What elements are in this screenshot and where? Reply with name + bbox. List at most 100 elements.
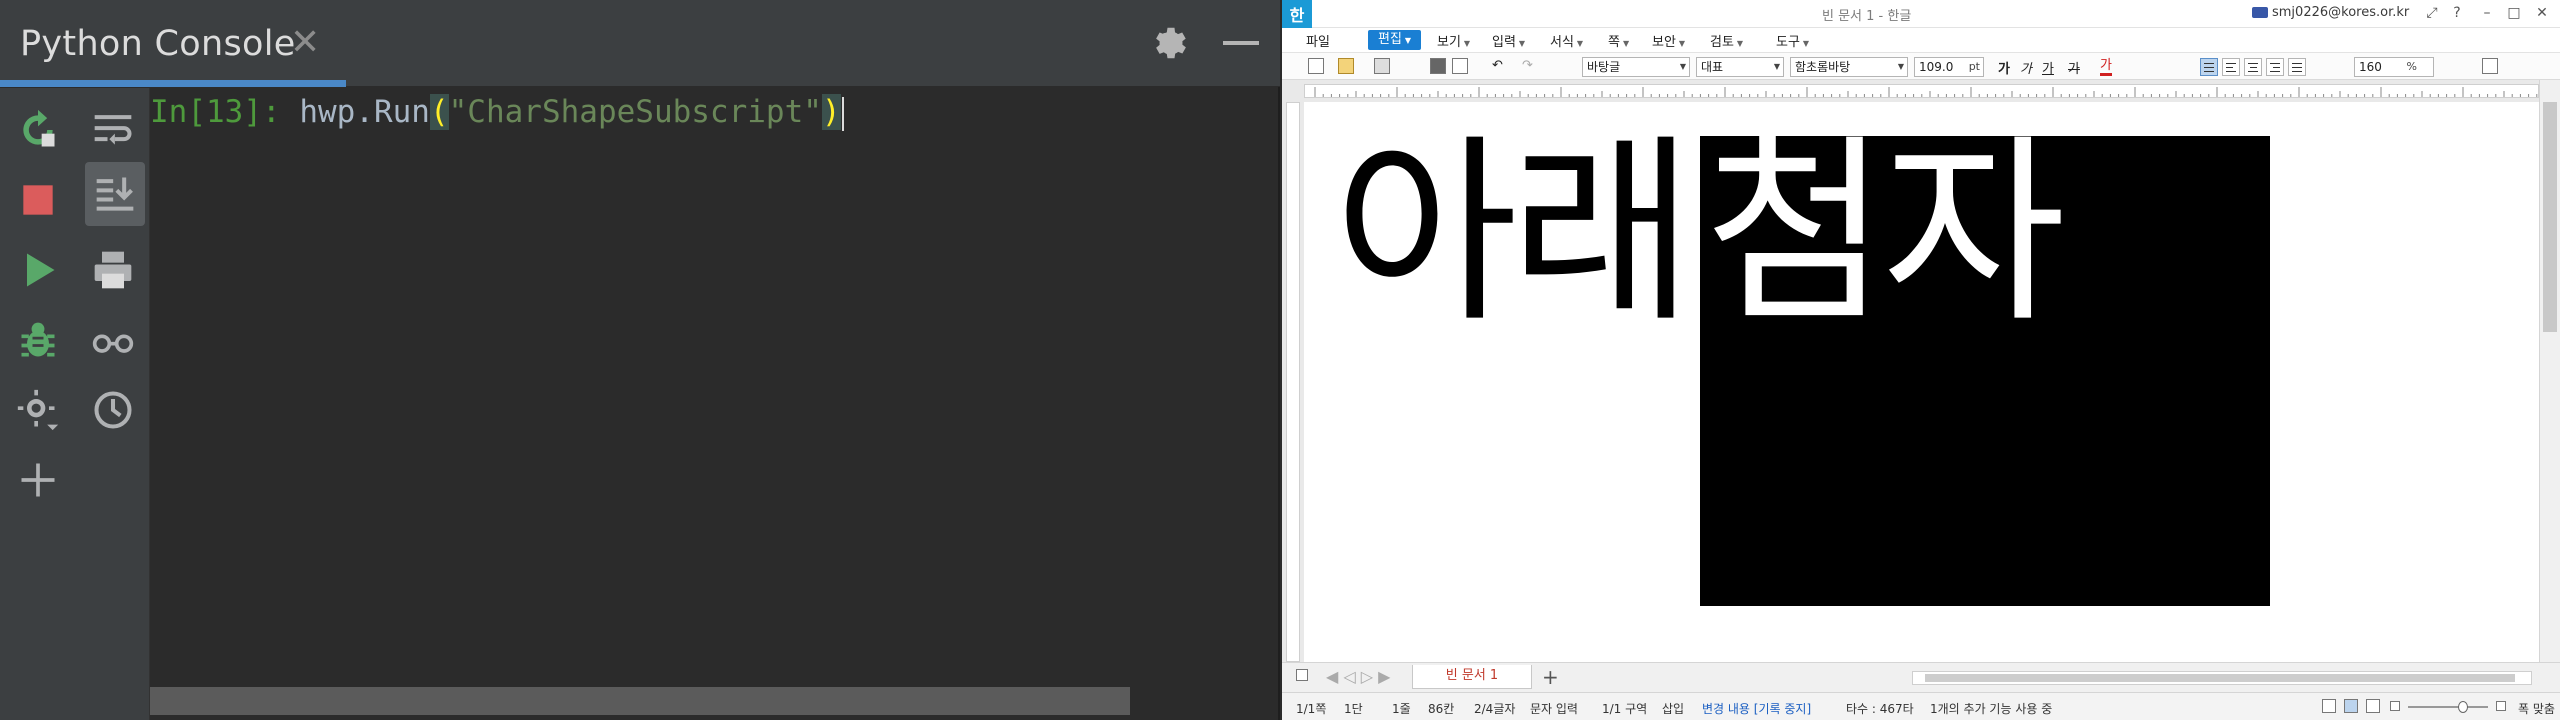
full-view-icon[interactable] <box>2366 699 2380 713</box>
run-icon[interactable] <box>10 242 66 298</box>
document-tab-bar: ◀ ◁ ▷ ▶ 빈 문서 1 + <box>1282 662 2560 692</box>
view-variables-icon[interactable] <box>85 312 141 368</box>
minimize-icon[interactable]: – <box>2477 3 2497 23</box>
status-input-mode[interactable]: 문자 입력 <box>1530 700 1578 717</box>
menu-view[interactable]: 보기 ▼ <box>1437 31 1470 50</box>
language-combo-value: 대표 <box>1701 60 1724 74</box>
selected-text[interactable]: 첨자 <box>1704 124 2066 344</box>
debug-icon[interactable] <box>10 312 66 368</box>
hwp-menubar: 파일 편집 ▼ 보기 ▼ 입력 ▼ 서식 ▼ 쪽 ▼ 보안 ▼ 검토 ▼ 도구 ▼ <box>1282 28 2560 52</box>
help-icon[interactable]: ? <box>2447 3 2467 23</box>
soft-wrap-icon[interactable] <box>85 102 141 158</box>
horizontal-scrollbar[interactable] <box>1912 671 2532 685</box>
menu-tools-label: 도구 <box>1776 35 1800 50</box>
view-mode-icon[interactable] <box>2322 699 2336 713</box>
undo-icon[interactable]: ↶ <box>1492 58 1503 73</box>
menu-review[interactable]: 검토 ▼ <box>1710 31 1743 50</box>
page-view-icon[interactable] <box>2344 699 2358 713</box>
font-size-value: 109.0 <box>1919 60 1954 74</box>
scrollbar-thumb[interactable] <box>2543 102 2557 332</box>
bold-button[interactable]: 가 <box>1998 58 2010 77</box>
font-combo[interactable]: 함초롬바탕 ▼ <box>1790 57 1908 77</box>
status-track-changes[interactable]: 변경 내용 [기록 중지] <box>1702 700 1811 717</box>
menu-file[interactable]: 파일 <box>1306 31 1330 50</box>
tab-nav-arrows[interactable]: ◀ ◁ ▷ ▶ <box>1326 667 1390 686</box>
console-tab[interactable]: Python Console ✕ <box>0 0 346 87</box>
close-icon[interactable]: ✕ <box>2532 3 2552 23</box>
gear-icon[interactable] <box>1150 22 1192 64</box>
flag-icon <box>2252 7 2268 18</box>
preview-icon[interactable] <box>1452 58 1468 74</box>
menu-security[interactable]: 보안 ▼ <box>1652 31 1685 50</box>
add-icon[interactable] <box>10 452 66 508</box>
add-tab-icon[interactable]: + <box>1542 665 1559 689</box>
language-combo[interactable]: 대표 ▼ <box>1696 57 1784 77</box>
minimize-icon[interactable] <box>1223 41 1259 45</box>
font-color-button[interactable]: 가 <box>2100 58 2112 76</box>
settings-icon[interactable] <box>10 382 66 438</box>
chevron-down-icon: ▼ <box>1576 39 1584 48</box>
menu-format[interactable]: 서식 ▼ <box>1550 31 1583 50</box>
zoom-slider[interactable] <box>2408 701 2488 713</box>
user-account[interactable]: smj0226@kores.or.kr <box>2252 5 2409 20</box>
align-center-button[interactable] <box>2244 58 2262 76</box>
status-addons[interactable]: 1개의 추가 기능 사용 중 <box>1930 700 2052 717</box>
align-left-button[interactable] <box>2222 58 2240 76</box>
horizontal-ruler[interactable] <box>1282 80 2560 102</box>
chevron-down-icon: ▼ <box>1518 39 1526 48</box>
console-horizontal-scrollbar[interactable] <box>150 687 1130 715</box>
window-title: 빈 문서 1 - 한글 <box>1822 9 1912 24</box>
stop-icon[interactable] <box>10 172 66 228</box>
code-string: "CharShapeSubscript" <box>448 94 822 130</box>
restore-size-icon[interactable]: ⤢ <box>2422 3 2442 23</box>
maximize-icon[interactable]: □ <box>2504 3 2524 23</box>
console-editor[interactable]: In[13]: hwp.Run("CharShapeSubscript") <box>150 88 1278 688</box>
chevron-down-icon: ▼ <box>1404 36 1412 45</box>
align-distribute-button[interactable] <box>2288 58 2306 76</box>
new-document-icon[interactable] <box>1308 58 1324 74</box>
open-paren: ( <box>429 94 449 130</box>
italic-button[interactable]: 가 <box>2020 58 2032 77</box>
menu-review-label: 검토 <box>1710 35 1734 50</box>
zoom-in-icon[interactable] <box>2496 701 2506 711</box>
menu-tools[interactable]: 도구 ▼ <box>1776 31 1809 50</box>
tab-document-1[interactable]: 빈 문서 1 <box>1412 665 1532 689</box>
print-icon[interactable] <box>1430 58 1446 74</box>
menu-input[interactable]: 입력 ▼ <box>1492 31 1525 50</box>
save-icon[interactable] <box>1374 58 1390 74</box>
ruler-ticks <box>1314 87 2538 97</box>
style-combo[interactable]: 바탕글 ▼ <box>1582 57 1690 77</box>
rerun-icon[interactable] <box>10 102 66 158</box>
close-icon[interactable]: ✕ <box>290 22 320 63</box>
redo-icon[interactable]: ↷ <box>1522 58 1533 73</box>
vertical-scrollbar[interactable] <box>2539 80 2560 662</box>
tab-list-icon[interactable] <box>1296 669 1308 681</box>
align-justify-button[interactable] <box>2200 58 2218 76</box>
strikethrough-button[interactable]: 가 <box>2068 58 2080 77</box>
status-insert-mode[interactable]: 삽입 <box>1662 700 1684 717</box>
menu-security-label: 보안 <box>1652 35 1676 50</box>
scroll-to-end-icon[interactable] <box>85 162 145 226</box>
document-text[interactable]: 아래 <box>1334 124 1694 344</box>
underline-button[interactable]: 가 <box>2042 58 2054 77</box>
document-canvas[interactable]: 아래 첨자 <box>1304 102 2539 662</box>
menu-page[interactable]: 쪽 ▼ <box>1608 31 1629 50</box>
history-icon[interactable] <box>85 382 141 438</box>
document-page[interactable]: 아래 첨자 <box>1304 102 2539 662</box>
align-right-button[interactable] <box>2266 58 2284 76</box>
scrollbar-thumb[interactable] <box>1925 674 2515 682</box>
zoom-out-icon[interactable] <box>2390 701 2400 711</box>
menu-edit[interactable]: 편집 ▼ <box>1368 30 1422 50</box>
vertical-ruler[interactable] <box>1282 102 1304 662</box>
font-size-unit: pt <box>1968 60 1980 73</box>
zoom-combo[interactable]: 160% <box>2354 57 2434 77</box>
console-prompt: In[13]: <box>150 94 281 130</box>
print-icon[interactable] <box>85 242 141 298</box>
open-folder-icon[interactable] <box>1338 58 1354 74</box>
layout-icon[interactable] <box>2482 58 2498 74</box>
status-fit-width[interactable]: 폭 맞춤 <box>2518 700 2555 717</box>
chevron-down-icon: ▼ <box>1463 39 1471 48</box>
font-size-input[interactable]: 109.0 pt <box>1914 57 1984 77</box>
console-input-line[interactable]: In[13]: hwp.Run("CharShapeSubscript") <box>150 94 844 131</box>
zoom-slider-handle[interactable] <box>2458 701 2468 713</box>
